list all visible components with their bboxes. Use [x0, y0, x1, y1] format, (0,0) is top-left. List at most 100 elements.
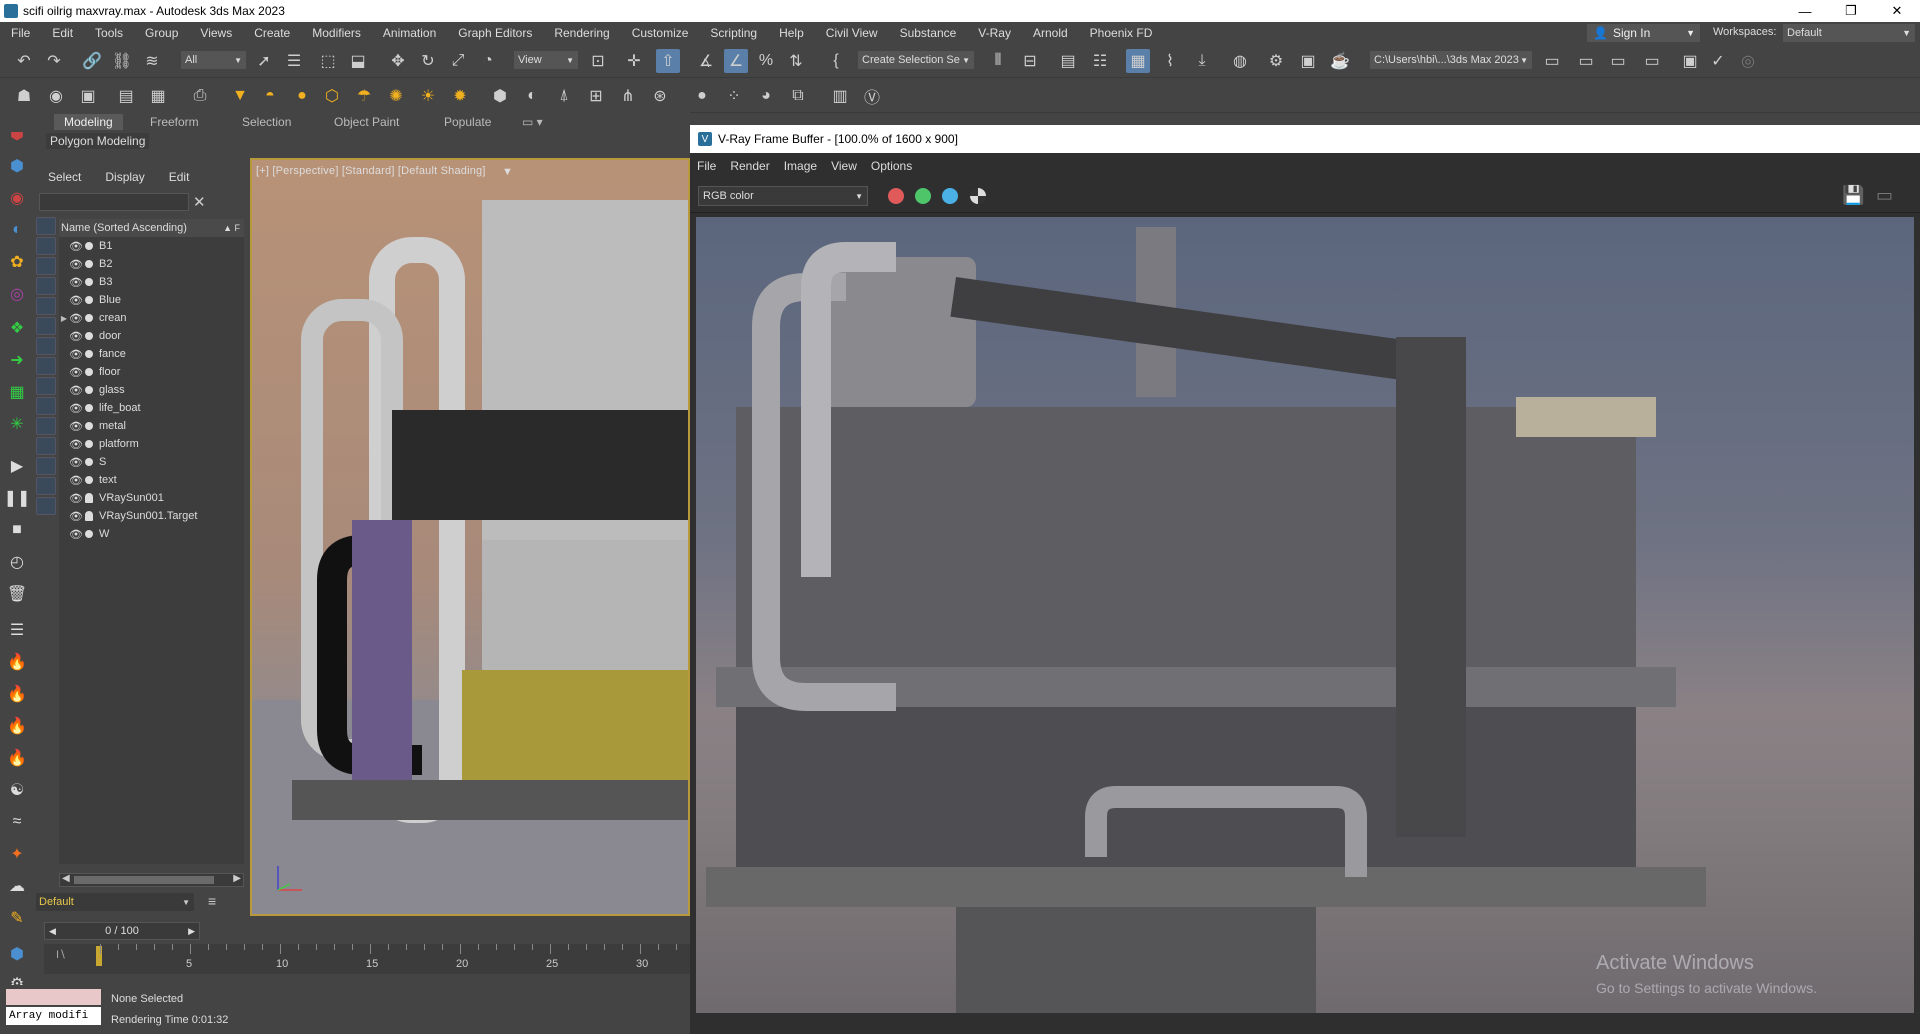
spinner-snap-icon[interactable]: ⇅ [784, 49, 808, 73]
stop-icon[interactable]: ■ [5, 518, 29, 542]
undo-icon[interactable]: ↶ [12, 49, 36, 73]
vray-fur-icon[interactable]: ◐ [520, 84, 544, 108]
explorer-item[interactable]: 👁 VRaySun001.Target [59, 507, 244, 525]
explorer-tab-edit[interactable]: Edit [157, 170, 202, 184]
tab-selection[interactable]: Selection [232, 114, 301, 130]
vray-multi-material-icon[interactable]: ⁘ [722, 84, 746, 108]
menu-create[interactable]: Create [243, 26, 301, 40]
menu-scripting[interactable]: Scripting [699, 26, 768, 40]
visibility-eye-icon[interactable]: 👁 [69, 240, 83, 253]
track-bar[interactable]: I∖ 5 10 15 20 25 30 [44, 944, 713, 974]
visibility-eye-icon[interactable]: 👁 [69, 474, 83, 487]
vfb-channel-select[interactable]: RGB color ▼ [698, 186, 868, 206]
vray-mesh-light-icon[interactable]: ⬡ [320, 84, 344, 108]
link-icon[interactable]: 🔗 [80, 49, 104, 73]
phoenix-tool-icon[interactable]: ✎ [5, 906, 29, 930]
vray-light-mix-icon[interactable]: ▤ [114, 84, 138, 108]
explorer-column-header[interactable]: Name (Sorted Ascending) ▲ F [59, 219, 244, 237]
explorer-item[interactable]: 👁 glass [59, 381, 244, 399]
project-path-select[interactable]: C:\Users\hbi\...\3ds Max 2023 ▼ [1370, 51, 1532, 69]
rotate-icon[interactable]: ↻ [416, 49, 440, 73]
filter-geometry-icon[interactable] [36, 217, 56, 235]
explorer-tab-display[interactable]: Display [93, 170, 156, 184]
pivot-center-icon[interactable]: ⊡ [586, 49, 610, 73]
explorer-item[interactable]: 👁 door [59, 327, 244, 345]
curve-icon[interactable]: I∖ [56, 948, 66, 961]
modify-panel-icon[interactable]: ⬢ [5, 154, 29, 178]
vray-save-icon[interactable]: ▣ [1678, 49, 1702, 73]
checkmark-icon[interactable]: ✓ [1706, 49, 1730, 73]
explorer-item[interactable]: 👁 B2 [59, 255, 244, 273]
menu-rendering[interactable]: Rendering [543, 26, 620, 40]
explorer-item[interactable]: 👁 platform [59, 435, 244, 453]
vray-render-icon[interactable]: ◉ [44, 84, 68, 108]
delete-icon[interactable]: 🗑 [5, 582, 29, 606]
filter-frozen-icon[interactable] [36, 417, 56, 435]
arrow-right-icon[interactable]: ➜ [5, 348, 29, 372]
menu-arnold[interactable]: Arnold [1022, 26, 1079, 40]
phoenix-source-icon[interactable]: 🔥 [5, 746, 29, 770]
visibility-eye-icon[interactable]: 👁 [69, 492, 83, 505]
filter-containers-icon[interactable] [36, 397, 56, 415]
filter-cameras-icon[interactable] [36, 277, 56, 295]
menu-group[interactable]: Group [134, 26, 189, 40]
align-icon[interactable]: ⊟ [1018, 49, 1042, 73]
visibility-eye-icon[interactable]: 👁 [69, 312, 83, 325]
vray-displacement-icon[interactable]: ⍋ [552, 84, 576, 108]
menu-tools[interactable]: Tools [84, 26, 134, 40]
visibility-eye-icon[interactable]: 👁 [69, 510, 83, 523]
phoenix-foam-icon[interactable]: ☁ [5, 874, 29, 898]
filter-hidden-icon[interactable] [36, 437, 56, 455]
select-by-name-icon[interactable]: ☰ [282, 49, 306, 73]
rendered-frame-window-icon[interactable]: ▣ [1296, 49, 1320, 73]
percent-snap-icon[interactable]: % [754, 49, 778, 73]
motion-panel-icon[interactable]: ◐ [5, 218, 29, 242]
vray-proxy-icon[interactable]: ⬢ [488, 84, 512, 108]
filter-bones-icon[interactable] [36, 377, 56, 395]
utilities-panel-icon[interactable]: ◎ [5, 282, 29, 306]
vray-frame-icon[interactable]: ▣ [76, 84, 100, 108]
tab-object-paint[interactable]: Object Paint [324, 114, 409, 130]
explorer-item[interactable]: 👁 text [59, 471, 244, 489]
phoenix-liquid-icon[interactable]: ☯ [5, 778, 29, 802]
material-editor-icon[interactable]: ◍ [1228, 49, 1252, 73]
vray-plane-icon[interactable]: ⋔ [616, 84, 640, 108]
visibility-eye-icon[interactable]: 👁 [69, 384, 83, 397]
filter-shapes-icon[interactable] [36, 237, 56, 255]
layers-icon[interactable]: ≡ [208, 893, 216, 909]
window-crossing-icon[interactable]: ⬓ [346, 49, 370, 73]
tab-freeform[interactable]: Freeform [140, 114, 209, 130]
phoenix-simulator-icon[interactable]: ⬢ [5, 942, 29, 966]
scale-icon[interactable]: ⤢ [446, 49, 470, 73]
tab-modeling[interactable]: Modeling [54, 114, 123, 130]
menu-phoenix-fd[interactable]: Phoenix FD [1079, 26, 1164, 40]
visibility-eye-icon[interactable]: 👁 [69, 348, 83, 361]
open-folder-icon[interactable]: ▭ [1574, 49, 1598, 73]
time-config-icon[interactable]: ◴ [5, 550, 29, 574]
workspace-select[interactable]: Default ▼ [1783, 24, 1915, 42]
explorer-item[interactable]: 👁 floor [59, 363, 244, 381]
vray-sun-icon[interactable]: ☀ [416, 84, 440, 108]
explorer-item[interactable]: 👁 fance [59, 345, 244, 363]
select-manipulate-icon[interactable]: ✛ [622, 49, 646, 73]
menu-vray[interactable]: V-Ray [967, 26, 1022, 40]
save-image-icon[interactable]: 💾 [1842, 185, 1864, 207]
alpha-channel-toggle[interactable] [970, 188, 986, 204]
minimize-button[interactable]: — [1782, 0, 1828, 22]
time-slider-box[interactable]: ◀ 0 / 100 ▶ [44, 922, 200, 940]
visibility-eye-icon[interactable]: 👁 [69, 366, 83, 379]
vray-logo-icon[interactable]: Ⓥ [860, 84, 884, 108]
maximize-button[interactable]: ❐ [1828, 0, 1874, 22]
rendered-image[interactable]: Activate Windows Go to Settings to activ… [696, 217, 1914, 1013]
vray-material-sphere-icon[interactable]: ● [690, 84, 714, 108]
explorer-item[interactable]: 👁 S [59, 453, 244, 471]
scroll-right-icon[interactable]: ▶ [233, 873, 241, 884]
explorer-search-input[interactable] [39, 193, 189, 211]
explorer-item[interactable]: 👁 B3 [59, 273, 244, 291]
place-icon[interactable]: ◔ [476, 49, 500, 73]
time-slider[interactable]: ◀ 0 / 100 ▶ [44, 922, 690, 940]
phoenix-flame-icon[interactable]: 🔥 [5, 682, 29, 706]
visibility-eye-icon[interactable]: 👁 [69, 528, 83, 541]
layer-explorer-icon[interactable]: ☷ [1088, 49, 1112, 73]
teapot-icon[interactable]: ☗ [12, 84, 36, 108]
